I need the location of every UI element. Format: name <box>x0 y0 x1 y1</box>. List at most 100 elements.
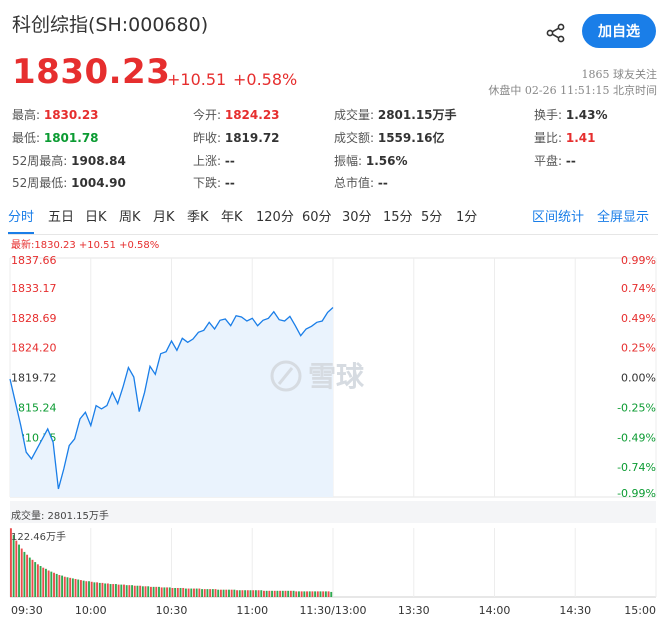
volume-bar <box>314 591 317 597</box>
y-tick-percent: -0.25% <box>617 401 656 414</box>
y-tick-price: 1837.66 <box>11 254 57 267</box>
volume-bar <box>276 590 279 597</box>
volume-max-label: 122.46万手 <box>11 532 66 543</box>
volume-bar <box>61 575 64 597</box>
volume-bar <box>241 590 244 597</box>
volume-bar <box>311 591 314 597</box>
volume-bar <box>55 573 58 597</box>
volume-bar <box>254 590 257 597</box>
volume-bar <box>74 578 77 597</box>
x-tick-label: 10:30 <box>156 604 188 617</box>
volume-bar <box>77 579 80 597</box>
volume-bar <box>281 590 284 597</box>
volume-bar <box>31 559 34 597</box>
volume-bar <box>187 588 190 597</box>
volume-bar <box>88 581 90 597</box>
watermark-text: 雪球 <box>308 360 365 393</box>
intraday-chart[interactable]: 1837.66 0.99% 1833.17 0.74% 1828.69 0.49% 1824… <box>0 0 667 625</box>
volume-bar <box>308 591 311 597</box>
volume-bar <box>316 591 319 597</box>
volume-bar <box>112 584 115 597</box>
volume-bar <box>104 583 107 597</box>
volume-bar <box>28 557 31 597</box>
volume-bar <box>244 590 247 597</box>
volume-bar <box>66 577 69 597</box>
volume-bar <box>82 580 85 597</box>
volume-bar <box>20 548 23 597</box>
volume-bar <box>96 582 99 597</box>
volume-bar <box>179 587 182 597</box>
volume-bar <box>50 571 53 597</box>
volume-bar <box>219 589 222 597</box>
volume-bar <box>106 583 109 597</box>
volume-bar <box>201 589 203 597</box>
volume-bar <box>71 578 74 597</box>
volume-bar <box>174 587 177 597</box>
volume-bar <box>117 584 120 597</box>
volume-bar <box>268 590 271 597</box>
volume-bar <box>209 589 212 597</box>
volume-bar <box>58 575 61 597</box>
volume-bar <box>98 582 101 597</box>
volume-bar <box>230 589 233 597</box>
volume-bar <box>303 591 306 597</box>
volume-bar <box>79 580 82 597</box>
x-tick-label: 09:30 <box>11 604 43 617</box>
volume-bar <box>15 540 18 597</box>
volume-bar <box>295 591 298 597</box>
volume-bar <box>139 585 142 597</box>
volume-label: 成交量: 2801.15万手 <box>11 511 109 522</box>
volume-bar <box>273 590 276 597</box>
volume-bar <box>298 591 300 597</box>
volume-bar <box>217 589 220 597</box>
volume-bar <box>228 589 230 597</box>
volume-bar <box>265 590 268 597</box>
volume-bar <box>44 568 47 597</box>
volume-bar <box>144 586 147 597</box>
volume-bar <box>171 587 174 597</box>
x-tick-label: 11:30/13:00 <box>299 604 366 617</box>
y-tick-price: 1819.72 <box>11 372 57 385</box>
x-tick-label: 11:00 <box>236 604 268 617</box>
volume-bar <box>257 590 260 597</box>
volume-bar <box>109 584 112 597</box>
x-tick-label: 14:30 <box>559 604 591 617</box>
volume-bar <box>160 587 163 597</box>
volume-bar <box>271 590 273 597</box>
x-tick-label: 15:00 <box>624 604 656 617</box>
volume-bar <box>152 586 155 597</box>
volume-bar <box>101 582 104 597</box>
volume-bar <box>292 590 295 597</box>
volume-bar <box>131 585 134 597</box>
y-tick-price: 1824.20 <box>11 342 57 355</box>
volume-bar <box>141 586 144 597</box>
volume-bar <box>176 587 179 597</box>
volume-bar <box>330 591 333 597</box>
volume-bar <box>289 590 292 597</box>
volume-bar <box>211 589 214 597</box>
volume-bar <box>26 554 29 597</box>
x-tick-label: 14:00 <box>479 604 511 617</box>
latest-quote-line: 最新:1830.23 +10.51 +0.58% <box>11 240 160 251</box>
volume-bar <box>85 581 88 597</box>
y-tick-price: 1833.17 <box>11 282 57 295</box>
volume-bar <box>214 589 217 597</box>
volume-bar <box>260 590 263 597</box>
volume-bar <box>182 587 185 597</box>
volume-bar <box>166 587 169 597</box>
y-tick-percent: 0.74% <box>621 282 656 295</box>
volume-bar <box>252 590 255 597</box>
volume-bar <box>236 590 238 597</box>
y-tick-percent: 0.49% <box>621 312 656 325</box>
x-tick-label: 10:00 <box>75 604 107 617</box>
y-tick-percent: -0.49% <box>617 431 656 444</box>
volume-bar <box>168 587 171 597</box>
volume-bar <box>246 590 249 597</box>
y-tick-price: 1828.69 <box>11 312 57 325</box>
x-tick-label: 13:30 <box>398 604 430 617</box>
y-tick-percent: 0.25% <box>621 342 656 355</box>
volume-bar <box>206 589 209 597</box>
volume-bar <box>263 590 265 597</box>
volume-bar <box>163 587 166 597</box>
volume-bar <box>203 589 206 597</box>
